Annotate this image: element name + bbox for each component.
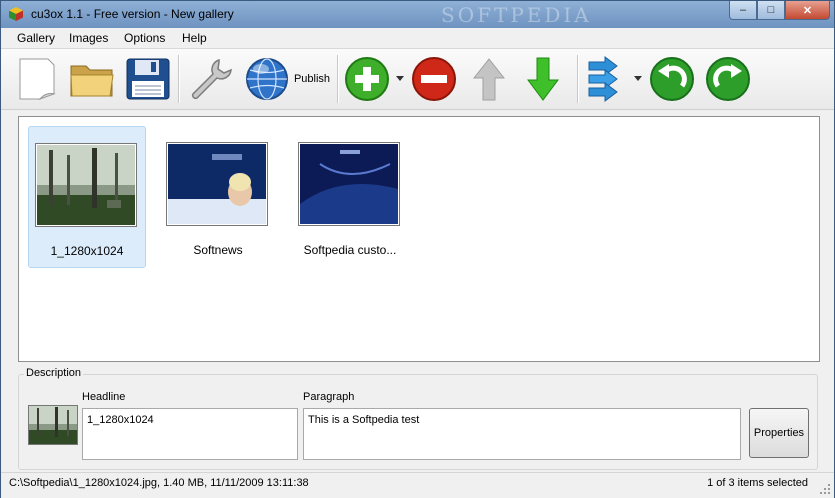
- description-legend: Description: [24, 367, 84, 379]
- forest-preview-image: [29, 406, 77, 444]
- watermark: SOFTPEDIA: [441, 3, 592, 27]
- transition-button[interactable]: [584, 55, 624, 103]
- wrench-icon: [191, 58, 232, 100]
- new-page-icon: [19, 58, 56, 101]
- add-dropdown-arrow[interactable]: [394, 55, 406, 103]
- open-folder-icon: [70, 65, 114, 97]
- move-down-button[interactable]: [523, 55, 563, 103]
- headline-input[interactable]: 1_1280x1024: [82, 408, 298, 460]
- open-gallery-button[interactable]: [67, 55, 117, 103]
- redo-button[interactable]: [703, 55, 753, 103]
- menu-options[interactable]: Options: [124, 31, 165, 45]
- cube-app-icon: [9, 7, 23, 21]
- image-thumbnail: [166, 142, 268, 226]
- move-up-button[interactable]: [469, 55, 509, 103]
- window-title: cu3ox 1.1 - Free version - New gallery: [31, 7, 234, 21]
- undo-icon: [650, 57, 694, 101]
- selected-image-preview: [28, 405, 78, 445]
- publish-button[interactable]: Publish: [241, 55, 333, 103]
- up-arrow-icon: [472, 58, 506, 101]
- remove-image-button[interactable]: [409, 55, 459, 103]
- menu-help[interactable]: Help: [182, 31, 207, 45]
- redo-icon: [706, 57, 750, 101]
- minimize-button[interactable]: –: [729, 1, 757, 20]
- description-panel: Description Headline 1_1280x1024 Paragra…: [18, 367, 818, 470]
- thumbnail-caption: Softnews: [193, 243, 243, 257]
- image-thumbnail: [35, 143, 137, 227]
- add-icon: [345, 57, 389, 101]
- close-button[interactable]: ✕: [785, 1, 830, 20]
- headline-label: Headline: [82, 391, 126, 403]
- undo-button[interactable]: [647, 55, 697, 103]
- add-image-button[interactable]: [343, 55, 391, 103]
- menu-images[interactable]: Images: [69, 31, 108, 45]
- gallery-view[interactable]: 1_1280x1024 Softnews Softpedia custo...: [18, 116, 820, 362]
- thumbnail-caption: Softpedia custo...: [303, 243, 397, 257]
- remove-icon: [412, 57, 456, 101]
- status-selection-count: 1 of 3 items selected: [707, 477, 808, 489]
- toolbar-separator: [178, 55, 180, 103]
- save-gallery-button[interactable]: [123, 55, 173, 103]
- gallery-item[interactable]: Softnews: [160, 126, 276, 266]
- toolbar-separator: [577, 55, 579, 103]
- thumbnail-caption: 1_1280x1024: [50, 244, 124, 258]
- maximize-button[interactable]: □: [757, 1, 785, 20]
- resize-grip-icon[interactable]: [819, 483, 831, 495]
- app-window: cu3ox 1.1 - Free version - New gallery S…: [0, 0, 835, 498]
- status-file-info: C:\Softpedia\1_1280x1024.jpg, 1.40 MB, 1…: [9, 477, 309, 489]
- status-bar: C:\Softpedia\1_1280x1024.jpg, 1.40 MB, 1…: [1, 472, 834, 498]
- toolbar: Publish: [1, 49, 834, 110]
- publish-label: Publish: [293, 73, 331, 85]
- new-gallery-button[interactable]: [14, 55, 60, 103]
- transition-dropdown-arrow[interactable]: [632, 55, 644, 103]
- menu-bar: Gallery Images Options Help: [1, 28, 834, 49]
- settings-button[interactable]: [185, 55, 235, 103]
- title-bar[interactable]: cu3ox 1.1 - Free version - New gallery S…: [1, 1, 834, 28]
- chevron-down-icon: [634, 76, 642, 81]
- chevron-down-icon: [396, 76, 404, 81]
- image-thumbnail: [298, 142, 400, 226]
- save-disk-icon: [126, 58, 170, 100]
- down-arrow-icon: [527, 57, 559, 101]
- paragraph-input[interactable]: This is a Softpedia test: [303, 408, 741, 460]
- softnews-image: [168, 144, 266, 224]
- transition-arrows-icon: [588, 56, 618, 102]
- gallery-item[interactable]: 1_1280x1024: [28, 126, 146, 268]
- globe-icon: [245, 58, 288, 100]
- properties-button[interactable]: Properties: [749, 408, 809, 458]
- forest-image: [37, 145, 135, 225]
- softpedia-custom-image: [300, 144, 398, 224]
- window-controls: – □ ✕: [729, 1, 830, 20]
- toolbar-separator: [337, 55, 339, 103]
- paragraph-label: Paragraph: [303, 391, 355, 403]
- gallery-item[interactable]: Softpedia custo...: [292, 126, 408, 266]
- menu-gallery[interactable]: Gallery: [17, 31, 55, 45]
